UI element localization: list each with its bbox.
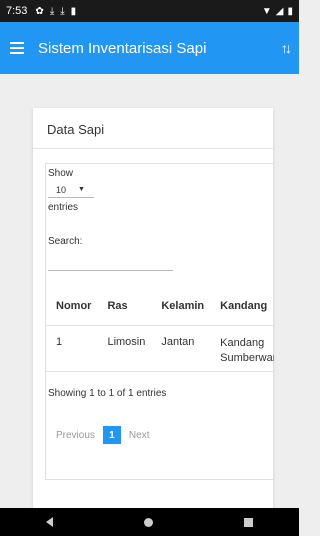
back-icon[interactable] xyxy=(45,517,53,527)
sort-icon[interactable]: ↑↓ xyxy=(281,40,292,56)
entries-length-select[interactable]: 10 ▼ xyxy=(48,182,94,198)
data-card: Data Sapi Show 10 ▼ entries Search: Nomo… xyxy=(33,108,274,508)
datatable-container: Show 10 ▼ entries Search: Nomor Ras Kela… xyxy=(45,163,274,480)
cell-nomor: 1 xyxy=(46,325,100,372)
previous-button[interactable]: Previous xyxy=(56,430,95,441)
recent-apps-icon[interactable] xyxy=(244,517,254,527)
signal-icon: ◢ xyxy=(275,5,284,17)
app-bar: Sistem Inventarisasi Sapi ↑↓ xyxy=(0,22,299,74)
download-icon: ⤓ xyxy=(49,5,55,17)
home-icon[interactable] xyxy=(143,517,153,527)
header-kandang[interactable]: Kandang xyxy=(212,287,274,326)
page-button-current[interactable]: 1 xyxy=(102,426,121,444)
table-header-row: Nomor Ras Kelamin Kandang xyxy=(46,287,274,326)
status-time: 7:53 xyxy=(6,5,28,17)
wifi-icon: ▼ xyxy=(261,5,272,17)
table-info: Showing 1 to 1 of 1 entries xyxy=(48,388,167,399)
app-title: Sistem Inventarisasi Sapi xyxy=(38,39,207,57)
entries-label: entries xyxy=(48,202,79,213)
show-label: Show xyxy=(48,168,74,179)
menu-icon[interactable] xyxy=(10,42,24,54)
status-bar: 7:53 ✿ ⤓ ⤓ ▮ ▼ ◢ ▮ xyxy=(0,0,299,22)
download-icon: ⤓ xyxy=(60,5,65,17)
pagination: Previous 1 Next xyxy=(56,426,149,444)
header-kelamin[interactable]: Kelamin xyxy=(153,287,213,326)
divider xyxy=(33,148,273,149)
data-table: Nomor Ras Kelamin Kandang 1 Limosin Jant… xyxy=(46,287,274,372)
caret-down-icon: ▼ xyxy=(78,186,85,193)
navigation-bar xyxy=(0,508,299,536)
next-button[interactable]: Next xyxy=(129,430,150,441)
battery-icon: ▮ xyxy=(287,5,293,17)
card-title: Data Sapi xyxy=(47,122,105,137)
table-row[interactable]: 1 Limosin Jantan Kandang Sumberwaru xyxy=(46,325,274,372)
settings-icon: ✿ xyxy=(35,5,44,17)
cell-ras: Limosin xyxy=(99,325,154,372)
sd-card-icon: ▮ xyxy=(70,5,77,17)
search-label: Search: xyxy=(48,236,83,247)
cell-kelamin: Jantan xyxy=(153,325,213,372)
header-nomor[interactable]: Nomor xyxy=(46,287,100,326)
entries-length-value: 10 xyxy=(56,184,67,195)
table-scroll[interactable]: Nomor Ras Kelamin Kandang 1 Limosin Jant… xyxy=(46,287,274,372)
header-ras[interactable]: Ras xyxy=(99,287,154,326)
search-input[interactable] xyxy=(48,254,173,271)
cell-kandang: Kandang Sumberwaru xyxy=(212,325,274,372)
